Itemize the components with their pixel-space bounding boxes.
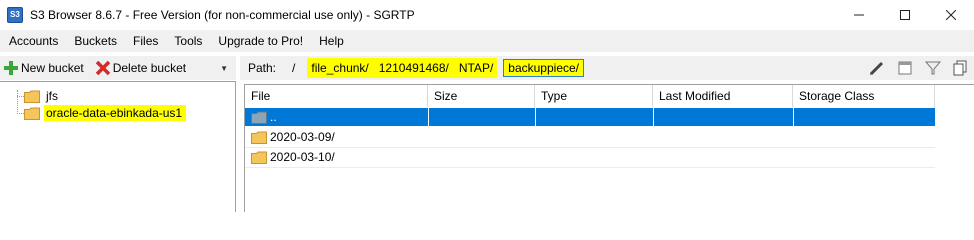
menu-upgrade[interactable]: Upgrade to Pro! bbox=[209, 34, 310, 48]
path-tools bbox=[868, 59, 970, 77]
column-header-file[interactable]: File bbox=[245, 85, 428, 107]
cell-separator bbox=[428, 108, 429, 126]
path-segment[interactable]: 1210491468/ bbox=[378, 58, 459, 78]
row-file-cell: .. bbox=[251, 109, 277, 125]
folder-up-icon bbox=[251, 111, 267, 124]
menu-buckets[interactable]: Buckets bbox=[65, 34, 124, 48]
menu-help[interactable]: Help bbox=[310, 34, 351, 48]
column-header-last-modified[interactable]: Last Modified bbox=[653, 85, 793, 107]
close-button[interactable] bbox=[928, 0, 974, 30]
filter-icon[interactable] bbox=[924, 59, 942, 77]
column-header-type[interactable]: Type bbox=[535, 85, 653, 107]
close-icon bbox=[946, 10, 956, 20]
minimize-button[interactable] bbox=[836, 0, 882, 30]
plus-icon bbox=[4, 61, 18, 75]
title-bar: S3 S3 Browser 8.6.7 - Free Version (for … bbox=[0, 0, 974, 30]
tree-item-oracle-data-ebinkada-us1[interactable]: oracle-data-ebinkada-us1 bbox=[24, 105, 187, 121]
tree-item-jfs[interactable]: jfs bbox=[24, 88, 60, 104]
tree-item-label: oracle-data-ebinkada-us1 bbox=[44, 105, 187, 121]
cell-separator bbox=[793, 108, 794, 126]
path-segment-current[interactable]: backuppiece/ bbox=[503, 59, 584, 77]
tree-connector bbox=[17, 90, 18, 114]
new-bucket-button[interactable]: New bucket bbox=[3, 60, 84, 76]
menu-files[interactable]: Files bbox=[124, 34, 165, 48]
path-segment[interactable]: NTAP/ bbox=[458, 58, 498, 78]
table-row[interactable]: .. bbox=[245, 108, 935, 126]
new-bucket-label: New bucket bbox=[21, 61, 84, 75]
delete-icon bbox=[95, 60, 110, 76]
row-file-cell: 2020-03-10/ bbox=[251, 149, 335, 165]
row-file-cell: 2020-03-09/ bbox=[251, 129, 335, 145]
maximize-icon bbox=[900, 10, 910, 20]
cell-separator bbox=[653, 108, 654, 126]
window-title: S3 Browser 8.6.7 - Free Version (for non… bbox=[30, 8, 415, 22]
tree-connector bbox=[17, 113, 24, 114]
column-header-size[interactable]: Size bbox=[428, 85, 535, 107]
window-controls bbox=[836, 0, 974, 30]
row-file-name: 2020-03-10/ bbox=[270, 150, 335, 164]
column-header-storage-class[interactable]: Storage Class bbox=[793, 85, 935, 107]
delete-bucket-label: Delete bucket bbox=[112, 61, 187, 75]
maximize-button[interactable] bbox=[882, 0, 928, 30]
path-root[interactable]: / bbox=[292, 61, 295, 75]
folder-icon bbox=[24, 90, 40, 103]
bucket-tree: jfs oracle-data-ebinkada-us1 bbox=[0, 81, 236, 212]
path-segment[interactable]: file_chunk/ bbox=[307, 58, 379, 78]
folder-icon bbox=[251, 131, 267, 144]
collapse-arrow-icon[interactable]: ▼ bbox=[220, 64, 228, 73]
tree-connector bbox=[17, 96, 24, 97]
edit-pencil-icon[interactable] bbox=[868, 59, 886, 77]
app-icon: S3 bbox=[7, 7, 23, 23]
cell-separator bbox=[535, 108, 536, 126]
row-gridline bbox=[245, 147, 935, 148]
bucket-toolbar: New bucket Delete bucket ▼ bbox=[0, 56, 236, 80]
folder-icon bbox=[251, 151, 267, 164]
delete-bucket-button[interactable]: Delete bucket bbox=[95, 60, 186, 76]
minimize-icon bbox=[854, 14, 864, 16]
row-gridline bbox=[245, 167, 935, 168]
menu-tools[interactable]: Tools bbox=[165, 34, 209, 48]
path-bar: Path: / file_chunk/ 1210491468/ NTAP/ ba… bbox=[240, 56, 974, 80]
path-label: Path: bbox=[248, 61, 277, 75]
row-file-name: .. bbox=[270, 110, 277, 124]
tree-item-label: jfs bbox=[46, 89, 58, 103]
menu-accounts[interactable]: Accounts bbox=[0, 34, 65, 48]
window-icon[interactable] bbox=[896, 59, 914, 77]
row-file-name: 2020-03-09/ bbox=[270, 130, 335, 144]
copy-icon[interactable] bbox=[952, 59, 970, 77]
table-row[interactable]: 2020-03-09/ bbox=[245, 128, 935, 146]
menu-bar: Accounts Buckets Files Tools Upgrade to … bbox=[0, 30, 974, 52]
table-row[interactable]: 2020-03-10/ bbox=[245, 148, 935, 166]
folder-icon bbox=[24, 107, 40, 120]
file-list: File Size Type Last Modified Storage Cla… bbox=[244, 84, 974, 212]
